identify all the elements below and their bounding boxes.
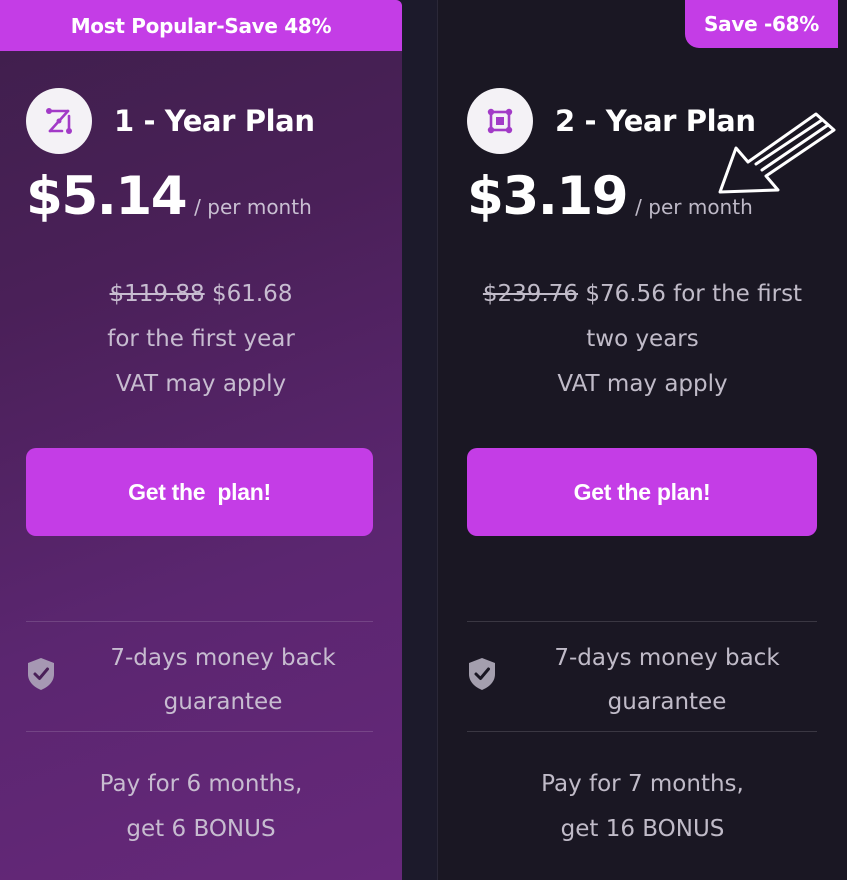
billing-terms: for the first <box>673 281 803 307</box>
guarantee-line-1: 7-days money back <box>110 645 336 671</box>
vat-note: VAT may apply <box>115 371 287 397</box>
bonus-offer: Pay for 6 months, get 6 BONUS <box>0 762 402 852</box>
save-badge: Save -68% <box>685 0 838 48</box>
nodes-square-icon <box>467 88 533 154</box>
price-row: $3.19 / per month <box>467 166 753 227</box>
guarantee-text: 7-days money back guarantee <box>60 636 386 724</box>
guarantee-line-2: guarantee <box>163 689 283 715</box>
discount-price: $61.68 <box>211 281 293 307</box>
billing-terms: for the first year <box>107 326 295 352</box>
plan-header: 1 - Year Plan <box>26 88 315 154</box>
get-plan-button[interactable]: Get the plan! <box>26 448 373 536</box>
price-period: / per month <box>194 195 312 219</box>
guarantee-text: 7-days money back guarantee <box>502 636 832 724</box>
bonus-line-1: Pay for 6 months, <box>99 771 303 797</box>
billing-terms-line-2: two years <box>586 326 699 352</box>
guarantee-line-1: 7-days money back <box>554 645 780 671</box>
most-popular-ribbon: Most Popular-Save 48% <box>0 0 402 51</box>
price-row: $5.14 / per month <box>26 166 312 227</box>
divider <box>26 621 373 622</box>
original-price: $119.88 <box>109 281 205 307</box>
plan-name: 1 - Year Plan <box>114 104 315 138</box>
price-details: $119.88 $61.68 for the first year VAT ma… <box>0 272 402 407</box>
price: $3.19 <box>467 166 629 227</box>
bonus-offer: Pay for 7 months, get 16 BONUS <box>438 762 847 852</box>
arrow-annotation-icon <box>718 112 836 194</box>
guarantee-line-2: guarantee <box>607 689 727 715</box>
original-price: $239.76 <box>482 281 579 307</box>
discount-price: $76.56 <box>585 281 666 307</box>
price: $5.14 <box>26 166 188 227</box>
shield-check-icon <box>467 656 497 696</box>
bonus-line-2: get 16 BONUS <box>560 816 725 842</box>
bonus-line-2: get 6 BONUS <box>126 816 276 842</box>
shield-check-icon <box>26 656 56 696</box>
get-plan-button[interactable]: Get the plan! <box>467 448 817 536</box>
divider <box>467 731 817 732</box>
nodes-diagonal-icon <box>26 88 92 154</box>
divider <box>26 731 373 732</box>
vat-note: VAT may apply <box>557 371 728 397</box>
bonus-line-1: Pay for 7 months, <box>541 771 744 797</box>
plan-card-1-year: Most Popular-Save 48% 1 - Year Plan $5.1… <box>0 0 402 880</box>
price-details: $239.76 $76.56 for the first two years V… <box>438 272 847 407</box>
divider <box>467 621 817 622</box>
